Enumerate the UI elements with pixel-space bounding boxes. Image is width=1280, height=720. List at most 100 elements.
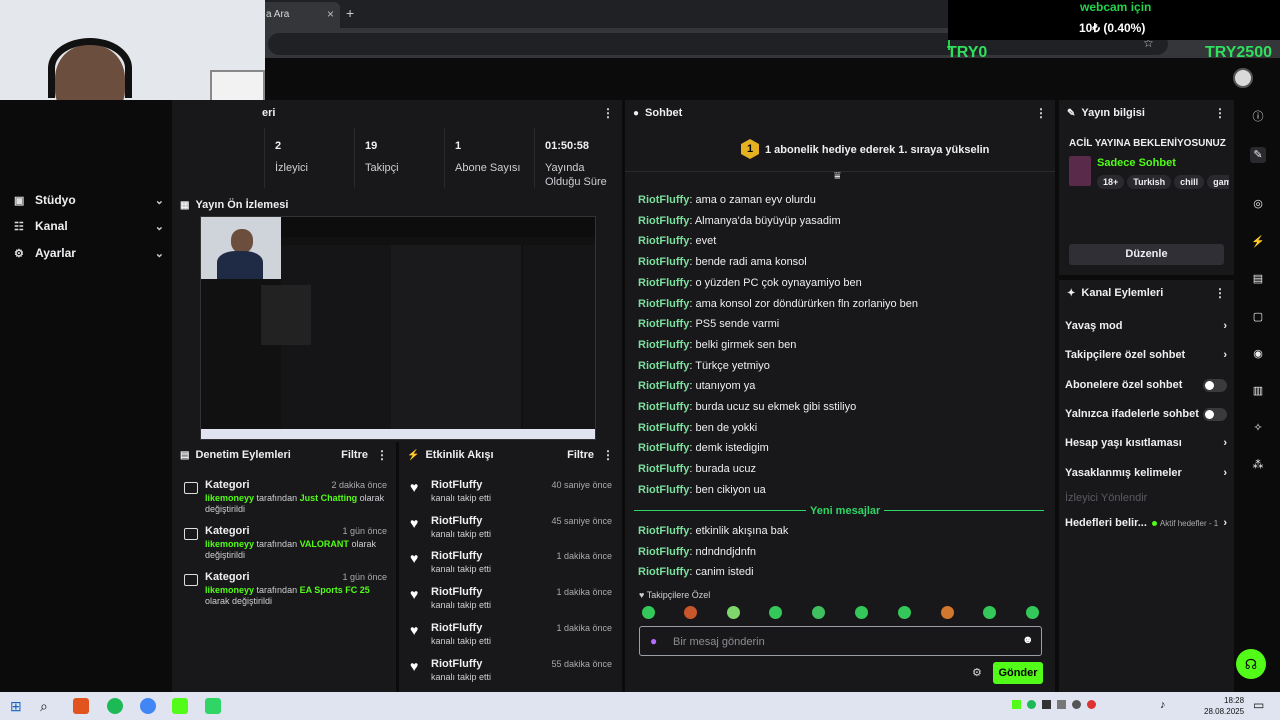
document-icon[interactable]: ▤ [1250, 271, 1266, 287]
chat-username[interactable]: RiotFluffy [638, 215, 689, 227]
tag-list: 18+ Turkish chill gam [1097, 174, 1229, 189]
chat-input[interactable]: ● Bir mesaj gönderin ☻ [639, 626, 1042, 656]
more-options-icon[interactable]: ⋮ [1214, 286, 1226, 300]
info-icon[interactable]: ⓘ [1250, 109, 1266, 125]
sidebar-item-channel[interactable]: ☷ Kanal ⌄ [14, 215, 164, 237]
filter-button[interactable]: Filtre [341, 449, 368, 461]
chat-username[interactable]: RiotFluffy [638, 235, 689, 247]
filter-button[interactable]: Filtre [567, 449, 594, 461]
volume-icon[interactable]: ♪ [1160, 699, 1166, 711]
action-slow-mode[interactable]: Yavaş mod › [1065, 316, 1227, 336]
send-button[interactable]: Gönder [993, 662, 1043, 684]
action-label: Yalnızca ifadelerle sohbet [1065, 408, 1199, 420]
emote-button[interactable] [855, 606, 868, 619]
emote-button[interactable] [812, 606, 825, 619]
chat-username[interactable]: RiotFluffy [638, 380, 689, 392]
clock-date: 28.08.2025 [1204, 707, 1245, 716]
close-tab-icon[interactable]: × [327, 7, 334, 21]
mod-log-user[interactable]: likemoneyy [205, 585, 254, 595]
emote-only-toggle[interactable] [1203, 407, 1227, 421]
chat-username[interactable]: RiotFluffy [638, 422, 689, 434]
chat-message: RiotFluffy: evet [638, 235, 717, 247]
emote-button[interactable] [983, 606, 996, 619]
chat-message-text: etkinlik akışına bak [695, 525, 789, 537]
sidebar-item-settings[interactable]: ⚙ Ayarlar ⌄ [14, 242, 164, 264]
chat-username[interactable]: RiotFluffy [638, 484, 689, 496]
emote-button[interactable] [642, 606, 655, 619]
chevron-right-icon: › [1223, 467, 1227, 479]
clock[interactable]: 18:28 28.08.2025 [1204, 695, 1244, 717]
broadcast-icon[interactable]: ◉ [1250, 346, 1266, 362]
mod-log-user[interactable]: likemoneyy [205, 539, 254, 549]
chat-username[interactable]: RiotFluffy [638, 298, 689, 310]
chat-username[interactable]: RiotFluffy [638, 277, 689, 289]
office-icon[interactable] [73, 698, 89, 714]
action-followers-only[interactable]: Takipçilere özel sohbet › [1065, 345, 1227, 365]
emote-button[interactable] [941, 606, 954, 619]
lightning-icon: ⚡ [407, 449, 420, 461]
chat-username[interactable]: RiotFluffy [638, 339, 689, 351]
chrome-icon[interactable] [140, 698, 156, 714]
more-options-icon[interactable]: ⋮ [602, 448, 614, 462]
chat-username[interactable]: RiotFluffy [638, 463, 689, 475]
more-options-icon[interactable]: ⋮ [1035, 106, 1047, 120]
search-icon[interactable]: ⌕ [40, 698, 56, 714]
chat-username[interactable]: RiotFluffy [638, 318, 689, 330]
action-subscribers-only[interactable]: Abonelere özel sohbet [1065, 375, 1227, 395]
top-navigation [264, 58, 1280, 100]
chat-username[interactable]: RiotFluffy [638, 442, 689, 454]
chat-icon[interactable]: ▢ [1250, 309, 1266, 325]
channel-actions-header: ✦ Kanal Eylemleri [1059, 280, 1234, 306]
action-emote-only[interactable]: Yalnızca ifadelerle sohbet [1065, 404, 1227, 424]
stream-preview-video[interactable] [200, 216, 596, 440]
stat-uptime: 01:50:58 Yayında Olduğu Süre [534, 128, 622, 188]
support-icon[interactable]: ☊ [1236, 649, 1266, 679]
pencil-icon[interactable]: ✎ [1250, 147, 1266, 163]
notification-icon[interactable]: ▭ [1253, 698, 1264, 712]
avatar[interactable] [1233, 68, 1253, 88]
app-icon[interactable] [205, 698, 221, 714]
chat-username[interactable]: RiotFluffy [638, 546, 689, 558]
spotify-icon[interactable] [107, 698, 123, 714]
emote-button[interactable] [1026, 606, 1039, 619]
layout-icon[interactable]: ▥ [1250, 383, 1266, 399]
emote-button[interactable] [898, 606, 911, 619]
emote-button[interactable] [769, 606, 782, 619]
log-entry-icon [184, 528, 198, 540]
chat-username[interactable]: RiotFluffy [638, 194, 689, 206]
target-icon[interactable]: ◎ [1250, 196, 1266, 212]
wrench-icon[interactable]: ✧ [1250, 420, 1266, 436]
edit-button[interactable]: Düzenle [1069, 244, 1224, 265]
chat-username[interactable]: RiotFluffy [638, 360, 689, 372]
sidebar-item-studio[interactable]: ▣ Stüdyo ⌄ [14, 189, 164, 211]
action-banned-words[interactable]: Yasaklanmış kelimeler › [1065, 463, 1227, 483]
emote-button[interactable] [727, 606, 740, 619]
emoji-picker-icon[interactable]: ☻ [1022, 634, 1034, 646]
category-link[interactable]: Sadece Sohbet [1097, 157, 1176, 169]
emote-button[interactable] [684, 606, 697, 619]
chat-username[interactable]: RiotFluffy [638, 566, 689, 578]
chat-username[interactable]: RiotFluffy [638, 256, 689, 268]
kick-app-icon[interactable] [172, 698, 188, 714]
chat-username[interactable]: RiotFluffy [638, 401, 689, 413]
action-goals[interactable]: Hedefleri belir... Aktif hedefler - 1 › [1065, 513, 1227, 533]
more-options-icon[interactable]: ⋮ [376, 448, 388, 462]
system-tray[interactable] [1012, 698, 1124, 714]
collapse-icon[interactable]: ⩸ [834, 170, 841, 183]
stat-subscribers: 1 Abone Sayısı [444, 128, 534, 188]
chat-settings-icon[interactable]: ⚙ [972, 666, 982, 679]
action-account-age[interactable]: Hesap yaşı kısıtlaması › [1065, 433, 1227, 453]
apps-icon[interactable]: ⁂ [1250, 457, 1266, 473]
windows-start-icon[interactable]: ⊞ [10, 698, 26, 714]
chat-username[interactable]: RiotFluffy [638, 525, 689, 537]
subscribers-only-toggle[interactable] [1203, 378, 1227, 392]
activity-action: kanalı takip etti [431, 672, 492, 682]
mod-log-user[interactable]: likemoneyy [205, 493, 254, 503]
browser-tab[interactable]: a Ara × [258, 2, 340, 28]
lightning-icon[interactable]: ⚡ [1250, 234, 1266, 250]
microphone-icon[interactable]: ● [650, 634, 657, 648]
new-tab-icon[interactable]: + [346, 5, 354, 21]
more-options-icon[interactable]: ⋮ [1214, 106, 1226, 120]
more-options-icon[interactable]: ⋮ [602, 106, 614, 120]
chat-message: RiotFluffy: PS5 sende varmi [638, 318, 780, 330]
